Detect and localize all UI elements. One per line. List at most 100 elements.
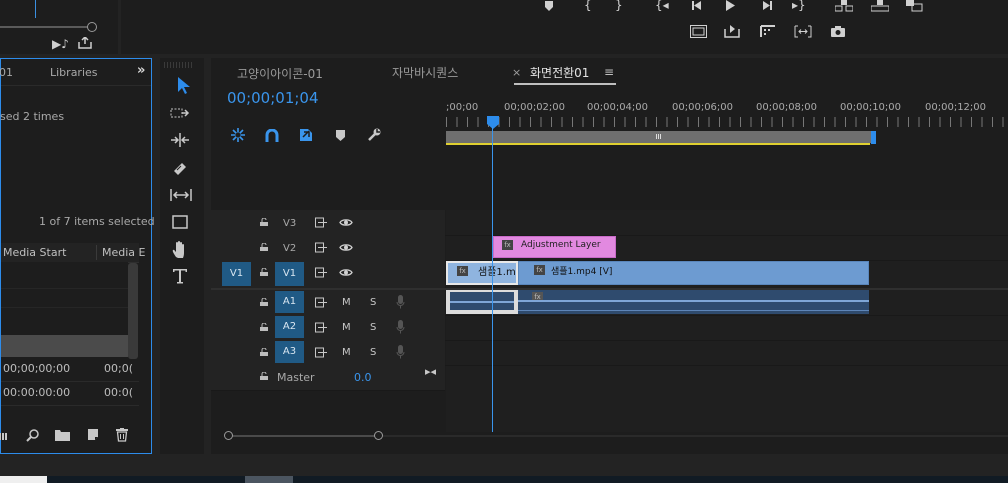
lift-icon[interactable] [835, 0, 853, 12]
razor-tool-icon[interactable] [172, 161, 188, 177]
source-zoom-handle[interactable] [87, 22, 97, 32]
column-separator[interactable] [96, 245, 97, 260]
zoom-handle-left[interactable] [224, 431, 233, 440]
solo-button[interactable]: S [370, 347, 376, 358]
master-volume-value[interactable]: 0.0 [354, 371, 372, 384]
tab-subtitle-bar-sequence[interactable]: 자막바시퀀스 [392, 64, 458, 81]
mute-button[interactable]: M [342, 322, 351, 333]
list-item-row[interactable] [1, 307, 128, 308]
sync-lock-icon[interactable] [315, 242, 327, 253]
microphone-icon[interactable] [396, 345, 405, 359]
export-icon[interactable] [77, 37, 93, 49]
work-area-end-handle[interactable] [871, 131, 876, 144]
marker-icon[interactable] [544, 1, 554, 12]
track-name-v3[interactable]: V3 [283, 218, 296, 229]
overwrite-icon[interactable] [760, 25, 776, 38]
eye-icon[interactable] [339, 218, 353, 227]
track-target-v1[interactable]: V1 [275, 262, 304, 286]
source-patch-v1[interactable]: V1 [222, 262, 251, 286]
camera-icon[interactable] [830, 26, 846, 38]
video-clip-1[interactable]: fx 샘플1.m [446, 261, 518, 285]
playhead-timecode[interactable]: 00;00;01;04 [227, 89, 319, 107]
microphone-icon[interactable] [396, 320, 405, 334]
extract-icon[interactable] [871, 0, 889, 12]
vertical-scrollbar[interactable] [128, 263, 138, 359]
sync-lock-icon[interactable] [315, 347, 327, 358]
audio-clip-2[interactable]: fx [518, 290, 869, 314]
video-clip-2[interactable]: fx 샘플1.mp4 [V] [518, 261, 869, 285]
lock-icon[interactable] [260, 243, 268, 251]
step-back-icon[interactable] [691, 0, 703, 11]
master-track-row[interactable] [211, 365, 445, 391]
mark-out-icon[interactable]: } [615, 0, 623, 12]
tab-menu-icon[interactable]: ≡ [604, 65, 614, 79]
slip-tool-icon[interactable] [170, 188, 192, 202]
type-tool-icon[interactable] [172, 268, 188, 284]
list-item-selected[interactable] [1, 335, 128, 357]
mute-button[interactable]: M [342, 297, 351, 308]
zoom-handle-right[interactable] [374, 431, 383, 440]
selection-tool-icon[interactable] [174, 75, 192, 95]
mark-in-icon[interactable]: { [584, 0, 592, 12]
snap-magnet-icon[interactable] [265, 129, 279, 142]
go-to-end-icon[interactable]: ▸◂ [425, 365, 436, 378]
freeform-view-icon[interactable] [0, 431, 9, 441]
safe-margins-icon[interactable] [690, 25, 707, 38]
panel-overflow-icon[interactable]: » [137, 63, 145, 78]
ripple-edit-tool-icon[interactable] [170, 133, 190, 147]
trash-icon[interactable] [116, 428, 128, 442]
sync-lock-icon[interactable] [315, 217, 327, 228]
trim-icon[interactable] [794, 25, 812, 38]
mute-button[interactable]: M [342, 347, 351, 358]
eye-icon[interactable] [339, 243, 353, 252]
linked-selection-icon[interactable] [299, 128, 313, 142]
solo-button[interactable]: S [370, 297, 376, 308]
tools-grip[interactable] [164, 62, 192, 68]
column-media-end[interactable]: Media E [102, 246, 145, 259]
nest-sequence-icon[interactable] [231, 128, 245, 142]
project-tab-partial[interactable]: 01 [0, 66, 13, 79]
lock-icon[interactable] [260, 323, 268, 331]
search-icon[interactable] [26, 428, 40, 442]
step-forward-icon[interactable] [761, 0, 773, 11]
table-row[interactable]: 00;00;00;00 00;0( [1, 357, 139, 382]
source-zoom-bar[interactable] [0, 26, 90, 28]
work-area-grip[interactable] [656, 134, 662, 139]
lock-icon[interactable] [260, 348, 268, 356]
pen-tool-icon[interactable] [172, 215, 188, 229]
new-item-icon[interactable] [87, 428, 99, 441]
playhead-line[interactable] [492, 127, 493, 432]
video-track-row-v3[interactable] [211, 210, 1008, 236]
tab-transition-active[interactable]: 화면전환01 [530, 64, 589, 81]
eye-icon[interactable] [339, 268, 353, 277]
audio-only-drag-icon[interactable]: ▶♪ [52, 37, 69, 51]
lock-icon[interactable] [260, 298, 268, 306]
go-to-out-icon[interactable]: ▸} [792, 0, 806, 12]
sync-lock-icon[interactable] [315, 267, 327, 278]
go-to-in-icon[interactable]: {◂ [655, 0, 669, 12]
export-frame-icon[interactable] [906, 0, 924, 12]
insert-icon[interactable] [724, 24, 740, 38]
adjustment-layer-clip[interactable]: fx Adjustment Layer [493, 236, 616, 258]
playhead-handle[interactable] [487, 116, 499, 129]
add-marker-icon[interactable] [336, 130, 345, 141]
play-icon[interactable] [725, 0, 736, 11]
time-ruler[interactable]: ;00;00 00;00;02;00 00;00;04;00 00;00;06;… [446, 102, 1008, 145]
tab-sequence-cat-icon[interactable]: 고양이아이콘-01 [237, 65, 323, 82]
microphone-icon[interactable] [396, 295, 405, 309]
track-target-a3[interactable]: A3 [275, 341, 304, 363]
track-select-tool-icon[interactable] [170, 106, 190, 120]
audio-track-row-a3[interactable] [211, 340, 1008, 366]
track-target-a2[interactable]: A2 [275, 316, 304, 338]
solo-button[interactable]: S [370, 322, 376, 333]
lock-icon[interactable] [260, 218, 268, 226]
hand-tool-icon[interactable] [172, 240, 188, 258]
timeline-zoom-scrollbar[interactable] [228, 435, 382, 437]
column-media-start[interactable]: Media Start [3, 246, 66, 259]
table-row[interactable]: 00:00:00:00 00:0( [1, 381, 139, 406]
track-target-a1[interactable]: A1 [275, 291, 304, 313]
wrench-icon[interactable] [367, 128, 381, 142]
new-bin-icon[interactable] [55, 429, 70, 441]
lock-icon[interactable] [260, 372, 268, 380]
sync-lock-icon[interactable] [315, 322, 327, 333]
